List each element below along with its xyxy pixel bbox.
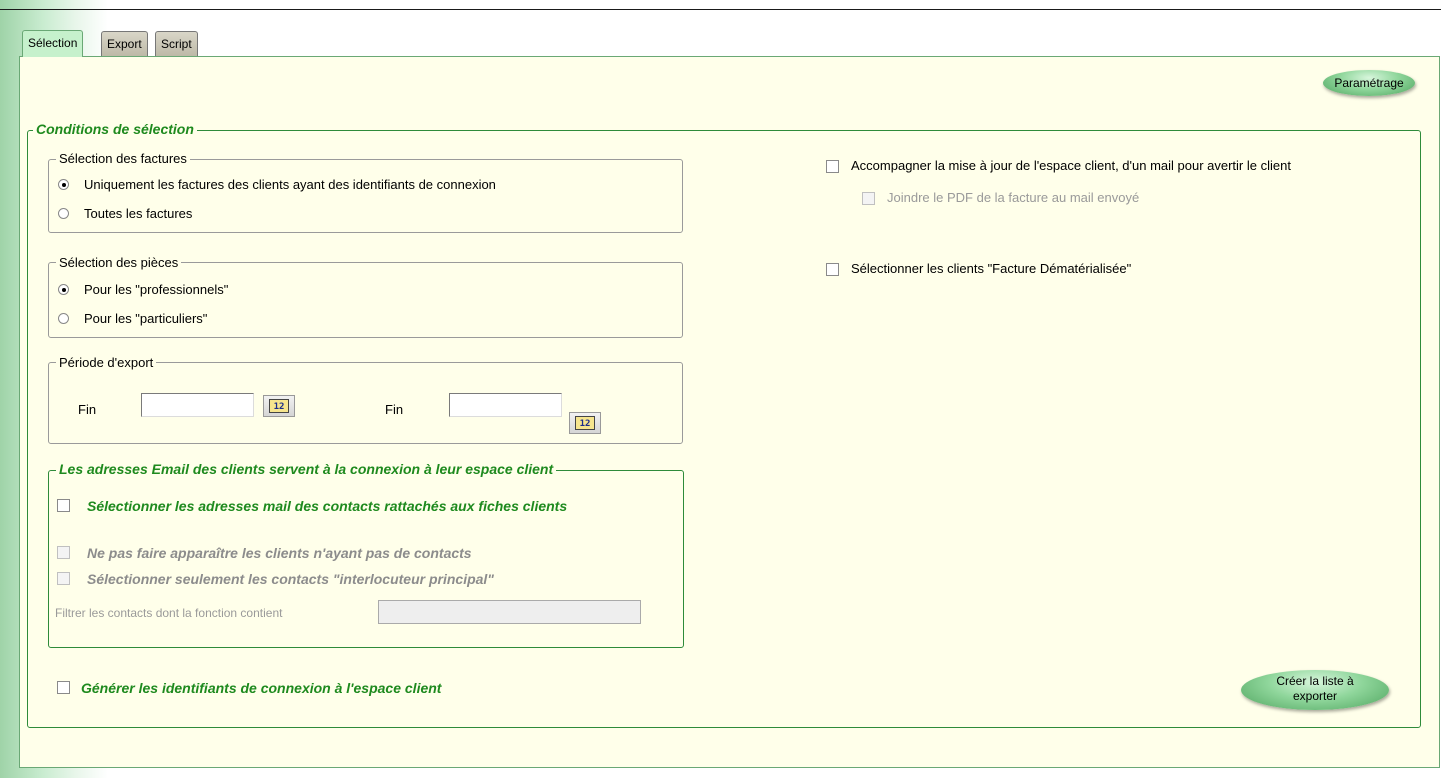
generate-ids-label: Générer les identifiants de connexion à … — [81, 680, 442, 696]
emails-title: Les adresses Email des clients servent à… — [56, 461, 557, 477]
periode-end-calendar-button[interactable]: 12 — [569, 412, 601, 434]
tab-export[interactable]: Export — [101, 31, 148, 57]
hide-no-contacts-checkbox[interactable] — [57, 546, 70, 559]
conditions-title: Conditions de sélection — [33, 121, 197, 137]
hide-no-contacts-label: Ne pas faire apparaître les clients n'ay… — [87, 545, 472, 561]
periode-end-input[interactable] — [449, 393, 562, 417]
creer-liste-line2: exporter — [1292, 689, 1338, 703]
creer-liste-line1: Créer la liste à — [1276, 674, 1354, 688]
radio-label-professionnels: Pour les "professionnels" — [84, 282, 229, 297]
radio-label-particuliers: Pour les "particuliers" — [84, 311, 208, 326]
periode-start-input[interactable] — [141, 393, 254, 417]
periode-end-label: Fin — [385, 402, 404, 417]
radio-factures-identifiants[interactable] — [58, 179, 69, 190]
factures-title: Sélection des factures — [56, 151, 190, 167]
attach-pdf-label: Joindre le PDF de la facture au mail env… — [887, 190, 1140, 205]
filter-fonction-label: Filtrer les contacts dont la fonction co… — [55, 606, 283, 620]
radio-label-toutes-factures: Toutes les factures — [84, 206, 193, 221]
attach-pdf-checkbox[interactable] — [862, 192, 875, 205]
creer-liste-button[interactable]: Créer la liste à exporter — [1241, 670, 1389, 710]
dematerialisee-checkbox[interactable] — [826, 263, 839, 276]
main-contact-only-label: Sélectionner seulement les contacts "int… — [87, 571, 494, 587]
calendar-icon: 12 — [269, 399, 289, 413]
select-contacts-checkbox[interactable] — [57, 499, 70, 512]
mail-update-checkbox[interactable] — [826, 160, 839, 173]
tab-selection[interactable]: Sélection — [22, 30, 84, 57]
tab-script[interactable]: Script — [155, 31, 198, 57]
radio-toutes-factures[interactable] — [58, 208, 69, 219]
pieces-title: Sélection des pièces — [56, 255, 182, 271]
radio-particuliers[interactable] — [58, 313, 69, 324]
periode-start-label: Fin — [78, 402, 97, 417]
periode-title: Période d'export — [56, 355, 157, 371]
radio-professionnels[interactable] — [58, 284, 69, 295]
select-contacts-label: Sélectionner les adresses mail des conta… — [87, 498, 568, 514]
calendar-icon: 12 — [575, 416, 595, 430]
top-border — [0, 9, 1441, 10]
filter-fonction-input[interactable] — [378, 600, 641, 624]
parametrage-button[interactable]: Paramétrage — [1323, 70, 1415, 96]
radio-label-factures-identifiants: Uniquement les factures des clients ayan… — [84, 177, 496, 192]
main-contact-only-checkbox[interactable] — [57, 572, 70, 585]
dematerialisee-label: Sélectionner les clients "Facture Dématé… — [851, 261, 1132, 276]
mail-update-label: Accompagner la mise à jour de l'espace c… — [851, 158, 1291, 173]
generate-ids-checkbox[interactable] — [57, 681, 70, 694]
periode-start-calendar-button[interactable]: 12 — [263, 395, 295, 417]
